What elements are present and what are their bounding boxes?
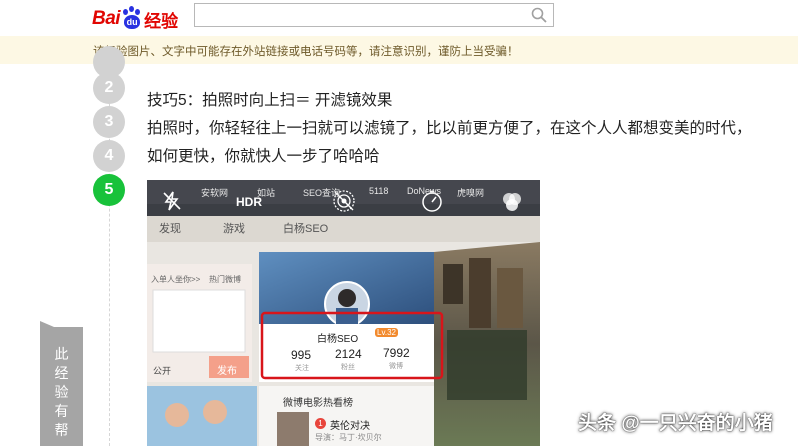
header: Bai du 经验 <box>0 0 798 36</box>
nav-item: 游戏 <box>223 223 245 235</box>
browser-tab: 如站 <box>257 188 276 198</box>
browser-tab: DoNews <box>407 186 442 196</box>
nav-item: 发现 <box>159 223 181 235</box>
step-number[interactable]: 2 <box>93 72 125 104</box>
stat-label: 微博 <box>389 363 403 370</box>
baidu-jingyan-logo[interactable]: Bai du 经验 <box>92 6 178 32</box>
search-icon[interactable] <box>531 7 547 23</box>
stat-value: 2124 <box>335 347 362 361</box>
step-number[interactable]: 4 <box>93 140 125 172</box>
warning-text: 该经验图片、文字中可能存在外站链接或电话号码等，请注意识别，谨防上当受骗！ <box>93 46 519 58</box>
step-number-active[interactable]: 5 <box>93 174 125 206</box>
movie-rank-badge: 1 <box>315 418 326 429</box>
browser-tab: 5118 <box>369 186 389 196</box>
stat-value: 7992 <box>383 346 410 360</box>
step-number[interactable]: 3 <box>93 106 125 138</box>
post-button: 发布 <box>217 366 237 377</box>
step-body-line: 拍照时，你轻轻往上一扫就可以滤镜了，比以前更方便了，在这个人人都想变美的时代， <box>147 120 752 137</box>
nav-item: 白杨SEO <box>283 223 329 235</box>
public-label: 公开 <box>153 366 172 376</box>
logo-bai-text: Bai <box>92 8 121 29</box>
logo-jingyan-text: 经验 <box>144 11 179 31</box>
movie-panel-title: 微博电影热看榜 <box>283 398 353 409</box>
browser-tab: 虎嗅网 <box>457 188 485 198</box>
stat-value: 995 <box>291 348 312 362</box>
movie-item-sub: 导演：马丁·坎贝尔 <box>315 433 382 442</box>
feedback-side-tab[interactable]: 此经验有帮 <box>40 321 83 446</box>
step-photo[interactable]: HDR 安软网 如站 SEO查询 5118 DoNews 虎嗅网 发现 游戏 白… <box>147 180 540 446</box>
left-panel-link: 热门微博 <box>209 275 241 284</box>
search-input[interactable] <box>194 3 554 27</box>
step-title: 技巧5：拍照时向上扫＝ 开滤镜效果 <box>147 92 393 109</box>
profile-level-badge: Lv.32 <box>375 328 398 337</box>
feedback-tab-notch <box>40 321 54 327</box>
flash-off-icon[interactable] <box>161 190 183 212</box>
filters-icon[interactable] <box>499 190 525 214</box>
search-field[interactable] <box>199 5 523 27</box>
feedback-text: 此经验有帮 <box>54 346 69 438</box>
step-body-line: 如何更快，你就快人一步了哈哈哈 <box>147 148 380 165</box>
paw-icon: du <box>121 6 143 30</box>
toutiao-watermark: 头条 @一只兴奋的小猪 <box>578 413 773 434</box>
stat-label: 关注 <box>295 365 309 372</box>
browser-tab: 安软网 <box>201 188 229 198</box>
profile-name: 白杨SEO <box>317 334 359 345</box>
movie-item-name: 英伦对决 <box>330 421 370 432</box>
left-panel-hint: 入单人坐你>> <box>151 275 201 284</box>
stat-label: 粉丝 <box>341 364 355 371</box>
browser-tab: SEO查询 <box>303 188 341 198</box>
logo-du-text: du <box>124 15 141 29</box>
